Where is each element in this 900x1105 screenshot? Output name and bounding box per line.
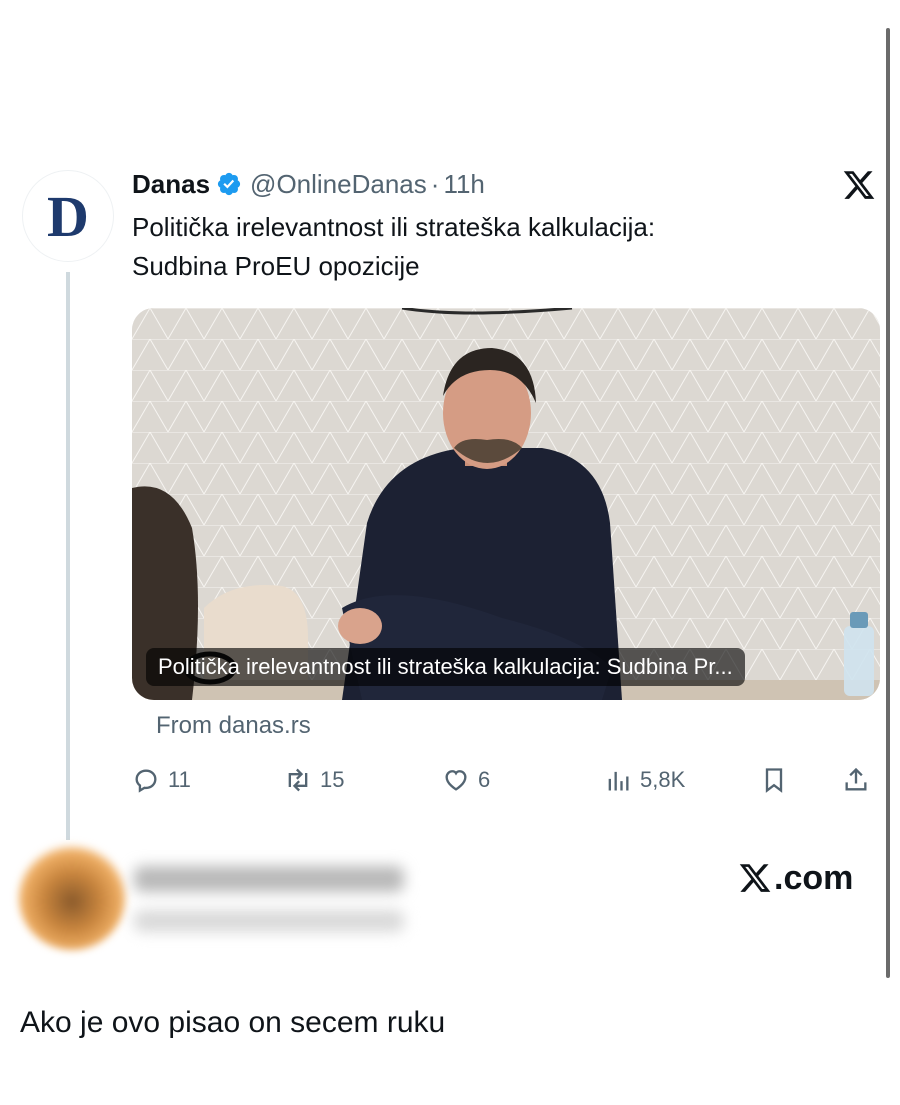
card-image xyxy=(132,308,880,700)
tweet-text-line: Sudbina ProEU opozicije xyxy=(132,251,420,281)
x-logo-icon xyxy=(739,864,771,892)
avatar-letter: D xyxy=(47,184,89,249)
card-caption: Politička irelevantnost ili strateška ka… xyxy=(146,648,745,686)
reply-count: 11 xyxy=(168,767,191,792)
comment-text: Ako je ovo pisao on secem ruku xyxy=(20,1006,446,1039)
reply-icon xyxy=(135,769,157,793)
author-handle[interactable]: @OnlineDanas xyxy=(250,169,427,200)
share-button[interactable] xyxy=(842,760,870,800)
card-source[interactable]: From danas.rs xyxy=(156,712,311,740)
retweet-icon xyxy=(288,768,308,792)
views-button[interactable]: 5,8K xyxy=(604,760,685,800)
thread-line xyxy=(66,272,70,840)
avatar[interactable]: D xyxy=(22,170,114,262)
x-com-label: .com xyxy=(774,858,854,897)
tweet-text: Politička irelevantnost ili strateška ka… xyxy=(132,208,872,286)
reply-button[interactable]: 11 xyxy=(132,760,191,800)
action-bar: 11 15 6 5,8K xyxy=(132,760,880,800)
bookmark-icon xyxy=(765,768,783,793)
separator-dot: · xyxy=(430,168,440,199)
x-logo-icon xyxy=(843,171,875,199)
tweet-text-line: Politička irelevantnost ili strateška ka… xyxy=(132,212,656,242)
like-count: 6 xyxy=(478,767,491,792)
verified-badge-icon xyxy=(217,172,241,196)
link-card[interactable]: Politička irelevantnost ili strateška ka… xyxy=(132,308,880,700)
views-count: 5,8K xyxy=(640,767,686,792)
views-icon xyxy=(608,771,629,791)
timestamp[interactable]: 11h xyxy=(443,169,484,200)
retweet-count: 15 xyxy=(320,767,345,792)
commenter-avatar xyxy=(18,842,126,950)
retweet-button[interactable]: 15 xyxy=(284,760,344,800)
commenter-handle-redacted xyxy=(134,910,404,932)
commenter-name-redacted xyxy=(134,866,404,892)
bookmark-button[interactable] xyxy=(760,760,788,800)
x-com-brand: .com xyxy=(738,856,853,900)
share-icon xyxy=(845,767,867,791)
scrollbar[interactable] xyxy=(886,28,890,978)
like-icon xyxy=(445,770,467,791)
tweet-header: Danas @OnlineDanas · 11h xyxy=(132,166,485,202)
author-name[interactable]: Danas xyxy=(132,169,210,200)
like-button[interactable]: 6 xyxy=(442,760,490,800)
